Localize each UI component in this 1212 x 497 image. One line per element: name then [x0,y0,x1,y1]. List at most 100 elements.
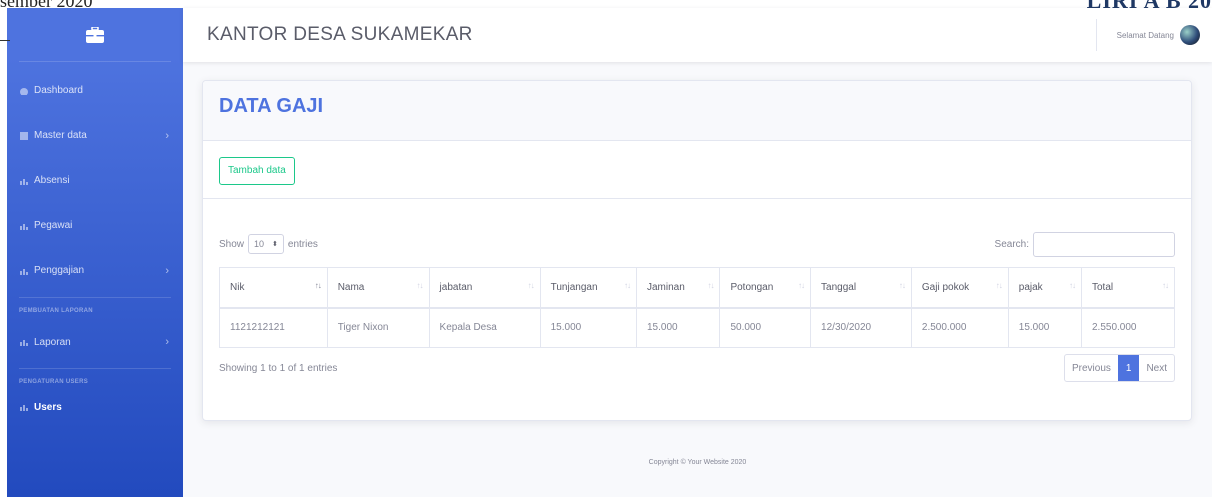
sidebar-item-dashboard[interactable]: Dashboard [7,68,183,113]
greeting-text: Selamat Datang [1116,30,1174,40]
page-1-button[interactable]: 1 [1117,355,1140,381]
table-info: Showing 1 to 1 of 1 entries [219,362,338,374]
main-content: KANTOR DESA SUKAMEKAR Selamat Datang DAT… [183,8,1212,497]
sidebar-item-absensi[interactable]: Absensi [7,158,183,203]
app-window: Dashboard Master data › Absensi Pegawai Pengg… [7,8,1212,497]
column-header-label: Potongan [730,281,774,293]
column-header-label: Gaji pokok [921,281,970,293]
sidebar-item-laporan[interactable]: Laporan › [7,320,183,364]
data-card: DATA GAJI Tambah data Show 10 ⬍ entries … [202,80,1192,421]
column-header-jabatan[interactable]: jabatan ↑↓ [428,267,541,309]
column-header-total[interactable]: Total ↑↓ [1080,267,1176,309]
column-header-label: pajak [1018,281,1043,293]
sort-icon: ↑↓ [995,281,1003,290]
table-body: 1121212121 Tiger Nixon Kepala Desa 15.000 15… [219,307,1176,348]
chart-icon [19,177,29,185]
sidebar-item-label: Laporan [34,336,71,348]
sidebar-heading: PEMBUATAN LAPORAN [19,308,93,314]
avatar[interactable] [1180,25,1200,45]
search-input[interactable] [1033,231,1175,257]
entries-value: 10 [254,239,265,249]
sidebar: Dashboard Master data › Absensi Pegawai Pengg… [7,8,183,497]
sort-icon: ↑↓ [798,281,805,290]
column-header-pajak[interactable]: pajak ↑↓ [1007,267,1082,309]
dashboard-icon [19,87,29,96]
document-fragment-left: sember 2020 [0,0,93,11]
column-header-label: Nik [230,281,245,293]
sidebar-item-users[interactable]: Users [7,391,183,423]
table-cell: 15.000 [1007,307,1082,348]
previous-button[interactable]: Previous [1065,355,1118,381]
topbar-divider [1095,19,1097,51]
chevron-right-icon: › [165,129,169,142]
sidebar-item-label: Absensi [34,175,70,186]
sort-icon: ↑↓ [314,281,322,290]
table-row: 1121212121 Tiger Nixon Kepala Desa 15.000 15… [219,307,1176,348]
column-header-label: jabatan [439,281,473,293]
document-rule [0,40,10,41]
chart-icon [19,267,29,275]
sort-icon: ↑↓ [707,281,714,290]
column-header-jaminan[interactable]: Jaminan ↑↓ [635,267,721,309]
briefcase-icon [86,26,104,43]
entries-label: entries [287,238,318,250]
table-icon [19,131,29,140]
sidebar-item-label: Penggajian [34,265,85,276]
sidebar-divider [19,297,171,298]
table-cell: 2.550.000 [1080,307,1176,348]
topbar: KANTOR DESA SUKAMEKAR Selamat Datang [183,8,1212,62]
chevron-right-icon: › [165,336,169,348]
table-cell: 2.500.000 [910,307,1009,348]
sidebar-item-master-data[interactable]: Master data › [7,113,183,158]
sort-icon: ↑↓ [1068,281,1076,290]
column-header-gaji-pokok[interactable]: Gaji pokok ↑↓ [910,267,1009,309]
column-header-nik[interactable]: Nik ↑↓ [219,267,328,309]
column-header-label: Nama [337,281,365,293]
chevron-right-icon: › [165,264,169,277]
column-header-potongan[interactable]: Potongan ↑↓ [719,267,812,309]
sidebar-brand[interactable] [19,8,171,62]
show-label: Show [219,238,245,250]
salary-table: Nik ↑↓ Nama ↑↓ jabatan ↑↓ Tunjangan ↑↓ Jaminan ↑↓… [219,267,1176,348]
table-cell: 15.000 [539,307,637,348]
sidebar-nav: Dashboard Master data › Absensi Pegawai Pengg… [7,62,183,423]
table-cell: Kepala Desa [428,307,541,348]
column-header-label: Tunjangan [550,281,598,293]
sort-icon: ↑↓ [416,281,424,290]
app-title: KANTOR DESA SUKAMEKAR [207,24,473,45]
sidebar-item-penggajian[interactable]: Penggajian › [7,248,183,293]
sidebar-item-label: Pegawai [34,220,73,231]
document-fragment-right: LIRI A B 20 [1086,0,1212,13]
sidebar-divider [19,368,171,369]
column-header-tanggal[interactable]: Tanggal ↑↓ [810,267,912,309]
table-controls: Show 10 ⬍ entries Search: [219,231,1175,257]
table-footer: Showing 1 to 1 of 1 entries Previous 1 N… [219,353,1175,383]
table-cell: 1121212121 [219,307,328,348]
sort-icon: ↑↓ [527,281,535,290]
pagination: Previous 1 Next [1063,354,1175,382]
chart-icon [19,222,29,230]
table-header-row: Nik ↑↓ Nama ↑↓ jabatan ↑↓ Tunjangan ↑↓ Jaminan ↑↓… [219,267,1176,309]
sort-icon: ↑↓ [623,281,631,290]
sidebar-item-pegawai[interactable]: Pegawai [7,203,183,248]
table-cell: Tiger Nixon [326,307,430,348]
column-header-tunjangan[interactable]: Tunjangan ↑↓ [539,267,637,309]
table-cell: 12/30/2020 [810,307,912,348]
chart-icon [19,338,29,346]
add-data-button[interactable]: Tambah data [219,157,295,185]
card-actions: Tambah data [203,141,1191,199]
sidebar-heading: PENGATURAN USERS [19,379,89,385]
card-header: DATA GAJI [203,81,1191,141]
column-header-label: Tanggal [821,281,857,293]
column-header-label: Jaminan [646,281,685,293]
sort-icon: ↑↓ [898,281,906,290]
next-button[interactable]: Next [1139,355,1174,381]
user-dropdown[interactable]: Selamat Datang [1095,8,1200,62]
sort-icon: ↑↓ [1162,281,1169,290]
select-arrows-icon: ⬍ [272,241,278,248]
column-header-nama[interactable]: Nama ↑↓ [326,267,430,309]
entries-select[interactable]: 10 ⬍ [248,234,284,254]
sidebar-item-label: Master data [34,130,87,141]
table-cell: 50.000 [719,307,812,348]
table-cell: 15.000 [635,307,721,348]
